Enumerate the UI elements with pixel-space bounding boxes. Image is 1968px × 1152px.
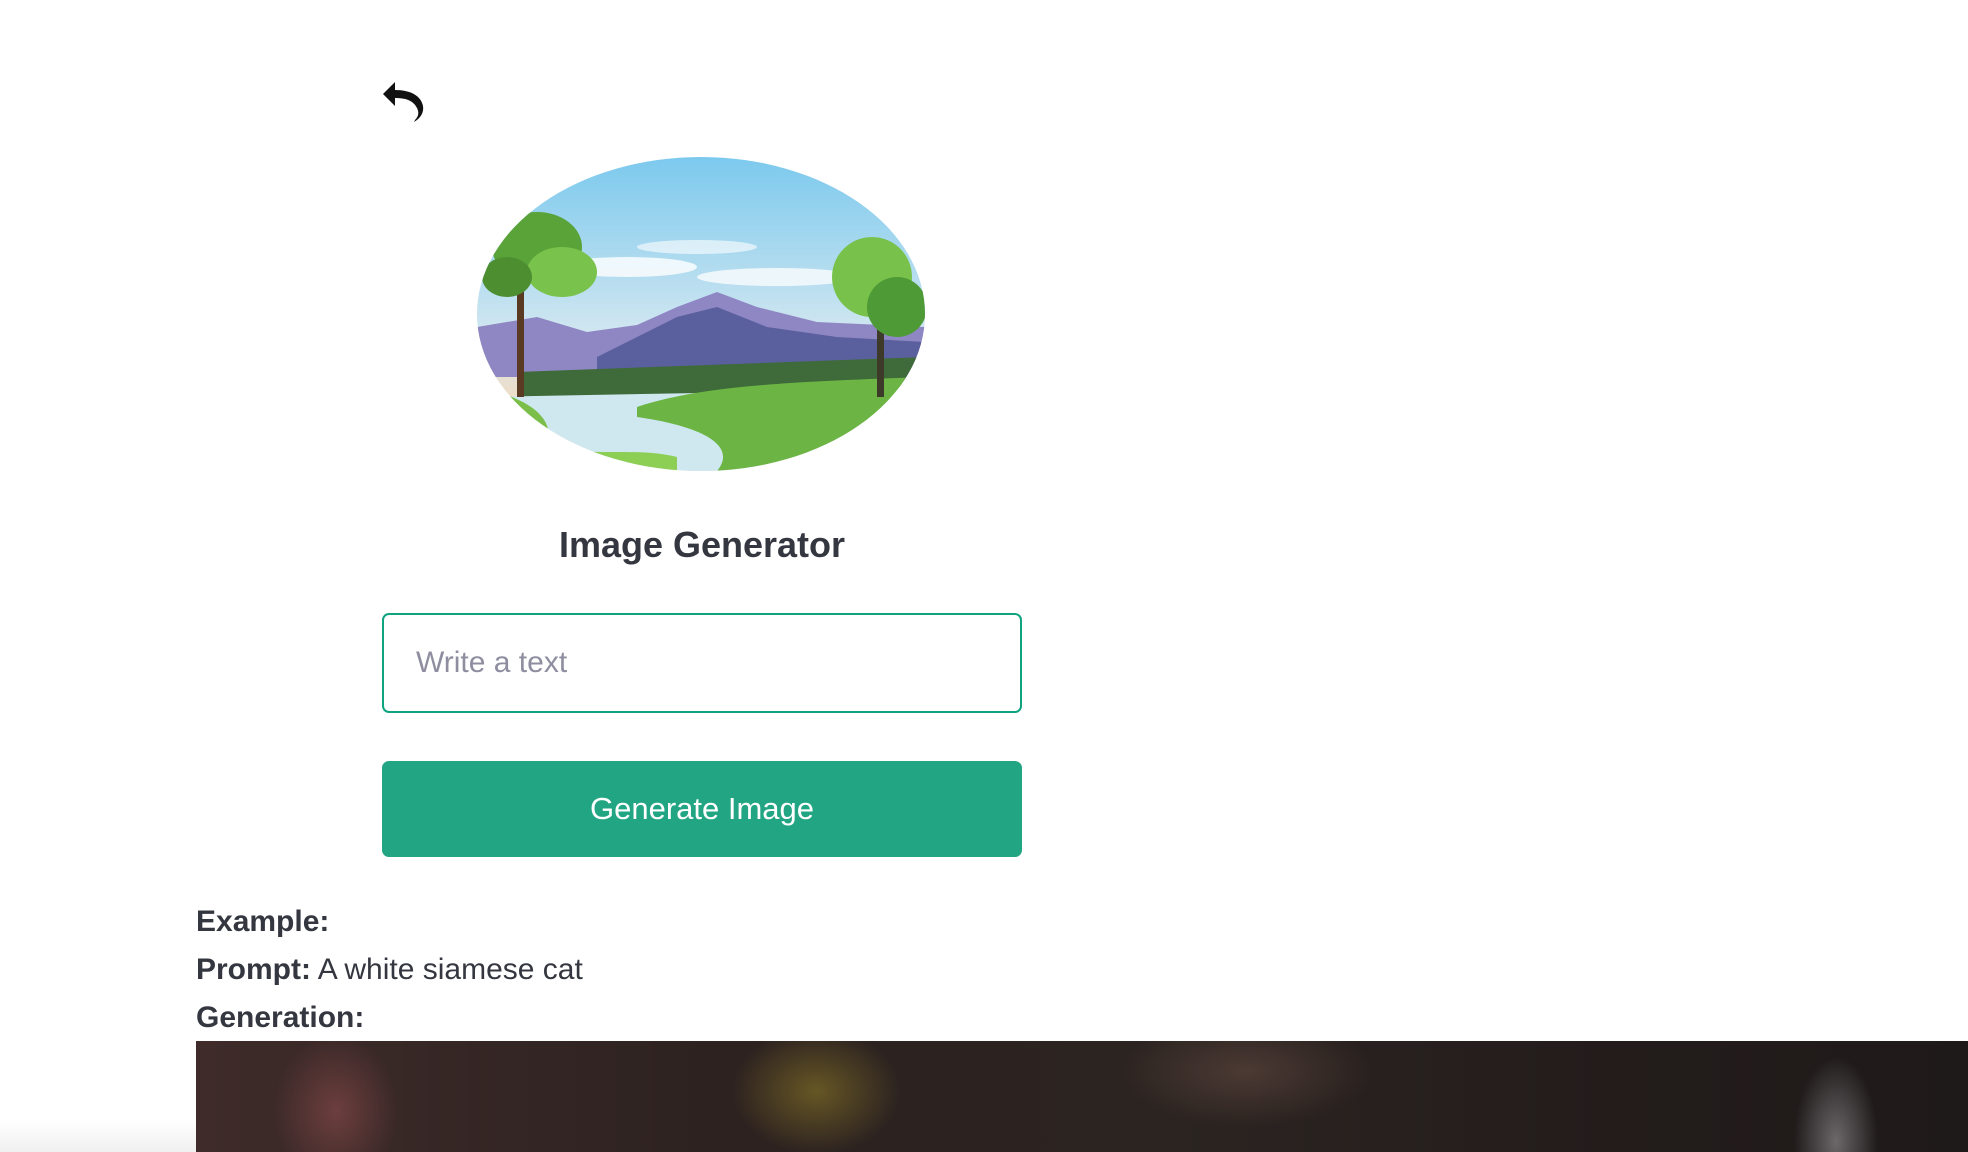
hero-image [477,157,925,471]
generation-image [196,1041,1968,1152]
generation-label: Generation: [196,1001,365,1034]
prompt-input[interactable] [382,613,1022,713]
example-heading: Example: [196,905,330,938]
back-button[interactable] [381,78,425,124]
prompt-label: Prompt: [196,953,311,986]
generate-image-button[interactable]: Generate Image [382,761,1022,857]
example-prompt: Prompt: A white siamese cat [196,946,583,994]
undo-arrow-icon [383,82,424,122]
example-section: Example: Prompt: A white siamese cat Gen… [196,898,583,1042]
page-title: Image Generator [558,524,846,565]
bottom-fade [0,1120,196,1152]
prompt-text: A white siamese cat [317,953,583,986]
